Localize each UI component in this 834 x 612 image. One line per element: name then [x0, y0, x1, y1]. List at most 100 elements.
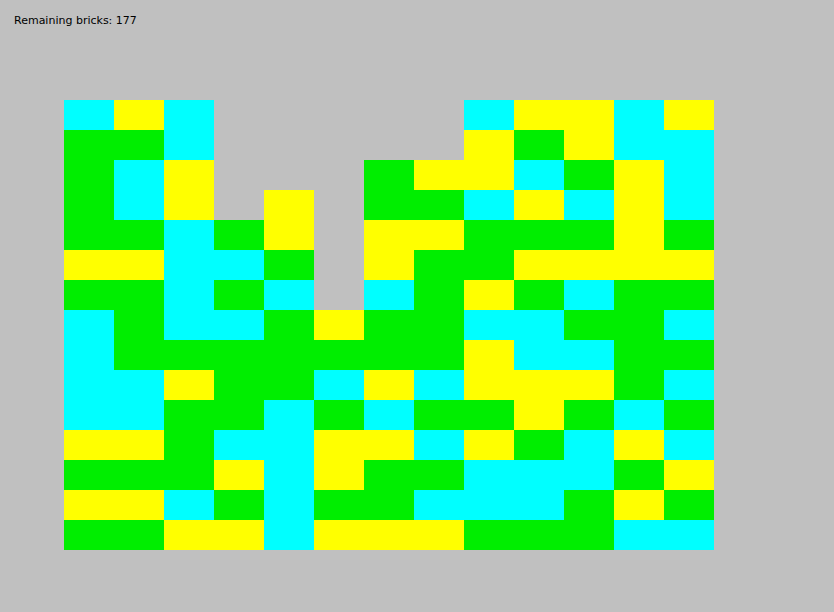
brick — [64, 280, 114, 310]
brick — [114, 130, 164, 160]
brick — [314, 400, 364, 430]
brick — [514, 100, 564, 130]
brick — [164, 340, 214, 370]
brick — [514, 130, 564, 160]
brick — [514, 430, 564, 460]
brick — [214, 460, 264, 490]
brick — [314, 340, 364, 370]
brick — [564, 100, 614, 130]
brick — [414, 400, 464, 430]
brick — [514, 370, 564, 400]
brick — [414, 220, 464, 250]
brick — [614, 130, 664, 160]
brick — [564, 520, 614, 550]
empty-cell — [314, 280, 364, 310]
brick — [414, 340, 464, 370]
brick — [364, 250, 414, 280]
empty-cell — [364, 130, 414, 160]
brick — [64, 520, 114, 550]
brick — [664, 400, 714, 430]
brick — [264, 490, 314, 520]
brick — [664, 490, 714, 520]
brick — [114, 340, 164, 370]
brick — [664, 250, 714, 280]
brick — [514, 520, 564, 550]
brick — [614, 250, 664, 280]
brick — [614, 370, 664, 400]
brick — [514, 190, 564, 220]
empty-cell — [214, 190, 264, 220]
brick — [514, 490, 564, 520]
brick — [214, 220, 264, 250]
brick — [564, 250, 614, 280]
empty-cell — [214, 130, 264, 160]
brick — [114, 460, 164, 490]
brick — [114, 190, 164, 220]
brick — [614, 310, 664, 340]
brick — [64, 190, 114, 220]
brick — [164, 130, 214, 160]
brick — [64, 460, 114, 490]
brick — [114, 220, 164, 250]
brick — [164, 490, 214, 520]
brick — [464, 160, 514, 190]
brick — [464, 250, 514, 280]
brick — [564, 310, 614, 340]
brick — [464, 310, 514, 340]
brick — [564, 460, 614, 490]
brick — [64, 430, 114, 460]
brick — [264, 370, 314, 400]
brick — [464, 370, 514, 400]
brick — [364, 310, 414, 340]
brick — [664, 340, 714, 370]
brick — [264, 340, 314, 370]
brick — [314, 430, 364, 460]
brick — [264, 190, 314, 220]
brick — [114, 100, 164, 130]
brick — [114, 400, 164, 430]
brick — [64, 400, 114, 430]
brick — [364, 490, 414, 520]
brick — [314, 370, 364, 400]
empty-cell — [264, 100, 314, 130]
brick — [664, 520, 714, 550]
brick — [614, 460, 664, 490]
brick — [214, 490, 264, 520]
empty-cell — [314, 160, 364, 190]
brick — [364, 190, 414, 220]
brick — [164, 250, 214, 280]
empty-cell — [414, 130, 464, 160]
brick — [564, 370, 614, 400]
brick — [214, 250, 264, 280]
brick — [164, 160, 214, 190]
empty-cell — [414, 100, 464, 130]
brick — [514, 280, 564, 310]
brick — [664, 310, 714, 340]
brick — [614, 100, 664, 130]
brick — [664, 190, 714, 220]
brick — [214, 400, 264, 430]
brick — [314, 310, 364, 340]
brick — [264, 400, 314, 430]
brick — [464, 340, 514, 370]
brick — [214, 310, 264, 340]
brick — [114, 250, 164, 280]
brick — [514, 220, 564, 250]
brick — [464, 220, 514, 250]
brick — [114, 370, 164, 400]
brick — [664, 430, 714, 460]
brick — [164, 430, 214, 460]
brick — [264, 280, 314, 310]
brick — [664, 460, 714, 490]
brick — [164, 280, 214, 310]
empty-cell — [364, 100, 414, 130]
brick — [664, 220, 714, 250]
brick — [664, 130, 714, 160]
brick — [364, 430, 414, 460]
brick — [114, 280, 164, 310]
empty-cell — [314, 100, 364, 130]
brick — [664, 370, 714, 400]
brick — [614, 520, 664, 550]
brick — [364, 280, 414, 310]
brick — [214, 430, 264, 460]
